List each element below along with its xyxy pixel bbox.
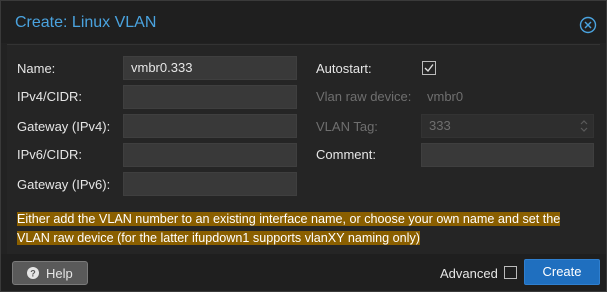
- name-input[interactable]: vmbr0.333: [123, 56, 297, 80]
- gateway-ipv6-input[interactable]: [123, 172, 297, 196]
- ipv4-label: IPv4/CIDR:: [17, 89, 83, 104]
- help-label: Help: [46, 266, 73, 281]
- gateway-ipv4-input[interactable]: [123, 114, 297, 138]
- vlan-tag-label: VLAN Tag:: [316, 119, 378, 134]
- name-label: Name:: [17, 61, 56, 76]
- spinner-arrows-icon[interactable]: [579, 119, 589, 133]
- ipv6-label: IPv6/CIDR:: [17, 147, 83, 162]
- create-button[interactable]: Create: [524, 259, 600, 285]
- advanced-label: Advanced: [440, 266, 498, 281]
- question-circle-icon: ?: [27, 267, 39, 279]
- comment-label: Comment:: [316, 147, 376, 162]
- ipv6-cidr-input[interactable]: [123, 143, 297, 167]
- svg-text:?: ?: [30, 269, 36, 279]
- vlan-tag-input[interactable]: 333: [421, 114, 594, 138]
- vlan-tag-value: 333: [429, 118, 451, 133]
- ipv4-cidr-input[interactable]: [123, 85, 297, 109]
- dialog-titlebar: Create: Linux VLAN: [1, 1, 606, 43]
- vlan-hint-notice: Either add the VLAN number to an existin…: [17, 210, 584, 248]
- vlan-hint-text: Either add the VLAN number to an existin…: [17, 212, 561, 245]
- dialog-footer: ? Help Advanced Create: [1, 254, 606, 291]
- gateway-ipv6-label: Gateway (IPv6):: [17, 177, 111, 192]
- autostart-checkbox[interactable]: [422, 61, 436, 75]
- advanced-checkbox[interactable]: [504, 266, 517, 279]
- create-linux-vlan-dialog: Create: Linux VLAN Name: vmbr0.333 IPv4/…: [0, 0, 607, 292]
- autostart-label: Autostart:: [316, 61, 372, 76]
- dialog-body: Name: vmbr0.333 IPv4/CIDR: Gateway (IPv4…: [7, 44, 600, 254]
- help-button[interactable]: ? Help: [12, 261, 88, 285]
- comment-input[interactable]: [421, 143, 594, 167]
- vlan-raw-device-label: Vlan raw device:: [316, 89, 412, 104]
- close-icon[interactable]: [579, 16, 597, 34]
- vlan-raw-device-input[interactable]: vmbr0: [421, 85, 594, 109]
- dialog-title: Create: Linux VLAN: [15, 14, 157, 31]
- gateway-ipv4-label: Gateway (IPv4):: [17, 119, 111, 134]
